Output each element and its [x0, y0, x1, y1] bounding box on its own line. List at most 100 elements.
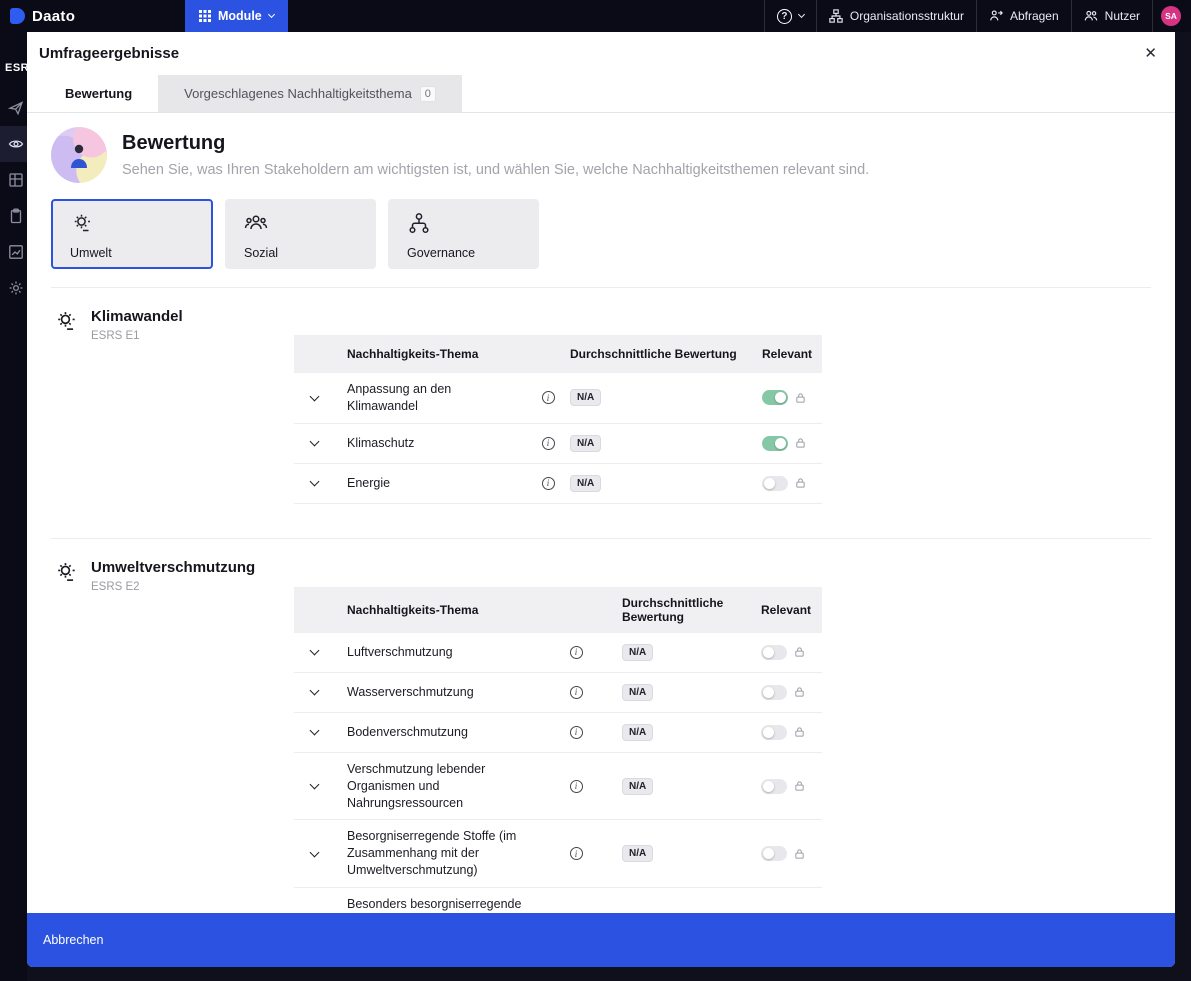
sidebar-item-chart[interactable] [0, 234, 27, 270]
section-code: ESRS E2 [91, 581, 255, 593]
nav-abfragen[interactable]: Abfragen [976, 0, 1071, 32]
rating-badge: N/A [570, 435, 601, 452]
topic-label: Besorgniserregende Stoffe (im Zusammenha… [334, 820, 558, 887]
col-header-relevant: Relevant [734, 603, 822, 617]
category-card-sozial[interactable]: Sozial [225, 199, 376, 269]
chevron-down-icon[interactable] [306, 391, 323, 405]
rating-badge: N/A [622, 684, 653, 701]
lock-icon [795, 392, 806, 404]
sidebar-item-clipboard[interactable] [0, 198, 27, 234]
sidebar-item-send[interactable] [0, 90, 27, 126]
clipboard-icon [8, 208, 24, 224]
category-card-governance[interactable]: Governance [388, 199, 539, 269]
relevant-toggle[interactable] [762, 436, 788, 451]
tab-bewertung[interactable]: Bewertung [39, 75, 158, 112]
section-header: Klimawandel ESRS E1 [51, 300, 294, 504]
chevron-down-icon[interactable] [306, 725, 323, 739]
grid-icon [199, 10, 211, 22]
sidebar-item-table[interactable] [0, 162, 27, 198]
send-icon [8, 100, 24, 116]
category-label: Sozial [244, 246, 348, 260]
info-icon[interactable] [570, 780, 583, 793]
climate-icon [70, 211, 94, 235]
chevron-down-icon[interactable] [306, 685, 323, 699]
nav-label: Organisationsstruktur [850, 9, 964, 23]
climate-icon [53, 308, 79, 334]
sidebar-item-view[interactable] [0, 126, 27, 162]
climate-icon [53, 559, 79, 585]
relevant-toggle[interactable] [761, 645, 787, 660]
chevron-down-icon[interactable] [306, 645, 323, 659]
sidebar-item-settings[interactable] [0, 270, 27, 306]
help-button[interactable]: ? [764, 0, 816, 32]
section-titles: Umweltverschmutzung ESRS E2 [91, 559, 255, 913]
relevant-toggle[interactable] [761, 846, 787, 861]
table-header: Nachhaltigkeits-Thema Durchschnittliche … [294, 587, 822, 633]
intro-title: Bewertung [122, 132, 869, 155]
category-label: Governance [407, 246, 511, 260]
info-icon[interactable] [542, 477, 555, 490]
info-icon[interactable] [542, 437, 555, 450]
category-card-umwelt[interactable]: Umwelt [51, 199, 213, 269]
rating-badge: N/A [622, 644, 653, 661]
daato-logo-icon [10, 8, 25, 24]
info-icon[interactable] [570, 726, 583, 739]
topic-label: Klimaschutz [334, 427, 530, 460]
users-icon [1084, 9, 1098, 23]
relevant-toggle[interactable] [762, 390, 788, 405]
lock-icon [794, 848, 805, 860]
info-icon[interactable] [570, 686, 583, 699]
lock-icon [794, 726, 805, 738]
tab-label: Bewertung [65, 86, 132, 101]
topbar-right: ? Organisationsstruktur Abfragen Nutzer … [764, 0, 1191, 32]
modal-footer: Abbrechen [27, 913, 1175, 967]
lock-icon [795, 437, 806, 449]
relevant-toggle[interactable] [762, 476, 788, 491]
table-toolbar-spacer [294, 551, 822, 587]
help-icon: ? [777, 9, 792, 24]
nav-label: Nutzer [1105, 9, 1140, 23]
brand-name: Daato [32, 8, 75, 25]
relevant-toggle[interactable] [761, 725, 787, 740]
relevant-toggle[interactable] [761, 685, 787, 700]
eye-icon [8, 136, 24, 152]
intro: Bewertung Sehen Sie, was Ihren Stakehold… [51, 127, 1151, 183]
chevron-down-icon[interactable] [306, 847, 323, 861]
info-icon[interactable] [570, 847, 583, 860]
section-header: Umweltverschmutzung ESRS E2 [51, 551, 294, 913]
nav-organisationsstruktur[interactable]: Organisationsstruktur [816, 0, 976, 32]
intro-subtitle: Sehen Sie, was Ihren Stakeholdern am wic… [122, 162, 869, 178]
topic-label: Wasserverschmutzung [334, 676, 558, 709]
governance-icon [407, 211, 431, 235]
table-row: Energie N/A [294, 464, 822, 504]
tab-label: Vorgeschlagenes Nachhaltigkeitsthema [184, 86, 412, 101]
close-icon[interactable]: ✕ [1140, 42, 1161, 65]
illustration-avatar-icon [51, 127, 107, 183]
relevant-toggle[interactable] [761, 779, 787, 794]
brand[interactable]: Daato [0, 0, 185, 32]
chevron-down-icon[interactable] [306, 779, 323, 793]
info-icon[interactable] [542, 391, 555, 404]
tab-vorgeschlagenes-thema[interactable]: Vorgeschlagenes Nachhaltigkeitsthema 0 [158, 75, 462, 112]
chevron-down-icon[interactable] [306, 476, 323, 490]
table-grid-icon [8, 172, 24, 188]
lock-icon [794, 646, 805, 658]
info-icon[interactable] [570, 646, 583, 659]
modal-title: Umfrageergebnisse [39, 45, 179, 62]
user-avatar[interactable]: SA [1161, 6, 1181, 26]
table-row: Wasserverschmutzung N/A [294, 673, 822, 713]
table-row: Anpassung an den Klimawandel N/A [294, 373, 822, 424]
cancel-button[interactable]: Abbrechen [39, 927, 107, 953]
lock-icon [795, 477, 806, 489]
topic-label: Bodenverschmutzung [334, 716, 558, 749]
chevron-down-icon[interactable] [306, 436, 323, 450]
rating-badge: N/A [570, 389, 601, 406]
abfragen-icon [989, 9, 1003, 23]
avatar-wrap: SA [1152, 0, 1191, 32]
topics-table: Nachhaltigkeits-Thema Durchschnittliche … [294, 300, 822, 504]
sidebar: ESRS [0, 32, 27, 981]
module-menu-button[interactable]: Module [185, 0, 288, 32]
section-umweltverschmutzung: Umweltverschmutzung ESRS E2 Nachhaltigke… [51, 538, 1151, 913]
table-row: Klimaschutz N/A [294, 424, 822, 464]
nav-nutzer[interactable]: Nutzer [1071, 0, 1152, 32]
